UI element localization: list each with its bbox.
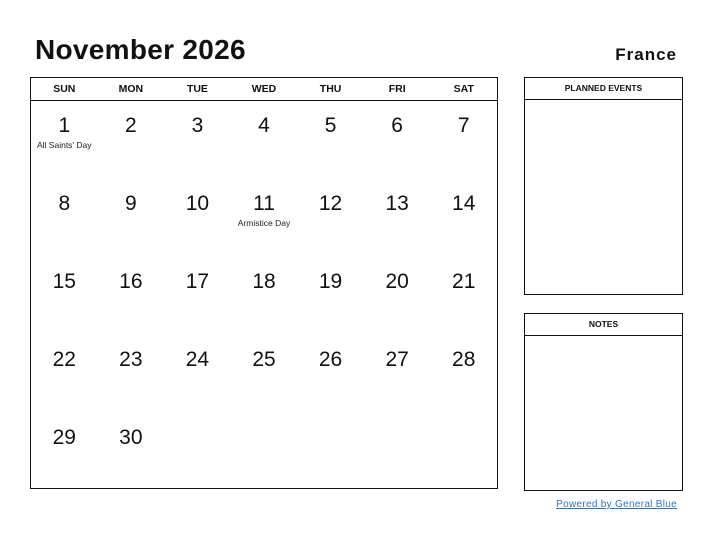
day-cell xyxy=(430,413,497,491)
day-cell: 9 xyxy=(98,179,165,257)
day-number: 4 xyxy=(258,114,270,137)
day-number: 17 xyxy=(185,270,210,293)
day-number: 21 xyxy=(452,270,476,293)
day-number: 25 xyxy=(252,348,276,371)
day-number: 19 xyxy=(318,270,343,293)
day-number: 7 xyxy=(457,114,470,137)
weekday-fri: FRI xyxy=(388,83,406,95)
day-grid: 1 All Saints' Day 2 3 4 5 6 7 8 9 10 11 Armistice Da… xyxy=(31,101,497,491)
day-number: 16 xyxy=(119,270,143,293)
weekday-sat: SAT xyxy=(453,83,474,95)
day-number: 9 xyxy=(125,192,137,215)
holiday-label: Armistice Day xyxy=(237,218,291,228)
day-cell: 8 xyxy=(31,179,98,257)
day-cell: 6 xyxy=(364,101,431,179)
day-cell xyxy=(297,413,364,491)
day-cell: 17 xyxy=(164,257,231,335)
day-cell: 10 xyxy=(164,179,231,257)
day-number: 13 xyxy=(385,192,409,215)
day-number: 8 xyxy=(58,192,71,215)
weekday-header: SUN MON TUE WED THU FRI SAT xyxy=(31,78,497,101)
day-cell: 11 Armistice Day xyxy=(231,179,298,257)
weekday-sun: SUN xyxy=(53,83,76,95)
notes-heading: NOTES xyxy=(525,314,682,336)
day-cell: 12 xyxy=(297,179,364,257)
day-number: 2 xyxy=(125,114,137,137)
day-cell: 20 xyxy=(364,257,431,335)
day-cell: 29 xyxy=(31,413,98,491)
weekday-tue: TUE xyxy=(186,83,208,95)
planned-events-heading: PLANNED EVENTS xyxy=(525,78,682,100)
day-number: 22 xyxy=(52,348,76,371)
day-cell: 28 xyxy=(430,335,497,413)
day-cell: 2 xyxy=(98,101,165,179)
calendar-grid: SUN MON TUE WED THU FRI SAT 1 All Saints'… xyxy=(30,77,498,489)
day-number: 1 xyxy=(58,114,71,137)
day-cell: 19 xyxy=(297,257,364,335)
day-number: 11 xyxy=(253,192,275,215)
day-cell: 26 xyxy=(297,335,364,413)
day-number: 23 xyxy=(119,348,143,371)
weekday-thu: THU xyxy=(319,83,342,95)
planned-events-panel: PLANNED EVENTS xyxy=(524,77,683,295)
day-cell: 4 xyxy=(231,101,298,179)
day-number: 6 xyxy=(391,114,403,137)
day-cell: 22 xyxy=(31,335,98,413)
day-cell: 21 xyxy=(430,257,497,335)
day-number: 18 xyxy=(252,270,276,293)
day-cell: 24 xyxy=(164,335,231,413)
day-cell: 5 xyxy=(297,101,364,179)
day-cell: 3 xyxy=(164,101,231,179)
day-cell: 30 xyxy=(98,413,165,491)
day-number: 20 xyxy=(385,270,409,293)
day-cell: 15 xyxy=(31,257,98,335)
day-number: 29 xyxy=(52,426,76,449)
day-number: 14 xyxy=(452,192,476,215)
day-cell: 18 xyxy=(231,257,298,335)
day-number: 12 xyxy=(318,192,343,215)
day-number: 30 xyxy=(119,426,143,449)
weekday-wed: WED xyxy=(251,83,277,95)
day-cell: 13 xyxy=(364,179,431,257)
day-cell: 27 xyxy=(364,335,431,413)
page-title: November 2026 xyxy=(35,34,246,65)
powered-by-link[interactable]: Powered by General Blue xyxy=(556,499,677,510)
day-number: 27 xyxy=(385,348,409,371)
day-number: 28 xyxy=(452,348,476,371)
day-number: 15 xyxy=(52,270,76,293)
day-number: 26 xyxy=(318,348,343,371)
day-cell: 25 xyxy=(231,335,298,413)
day-cell: 7 xyxy=(430,101,497,179)
holiday-label: All Saints' Day xyxy=(37,140,92,150)
day-cell: 14 xyxy=(430,179,497,257)
weekday-mon: MON xyxy=(118,83,144,95)
day-cell xyxy=(231,413,298,491)
day-cell: 23 xyxy=(98,335,165,413)
notes-panel: NOTES xyxy=(524,313,683,491)
day-cell: 1 All Saints' Day xyxy=(31,101,98,179)
day-number: 24 xyxy=(185,348,210,371)
day-cell xyxy=(164,413,231,491)
country-label: France xyxy=(615,45,677,64)
day-number: 5 xyxy=(324,114,337,137)
day-cell xyxy=(364,413,431,491)
day-number: 3 xyxy=(191,114,204,137)
day-cell: 16 xyxy=(98,257,165,335)
day-number: 10 xyxy=(185,192,210,215)
